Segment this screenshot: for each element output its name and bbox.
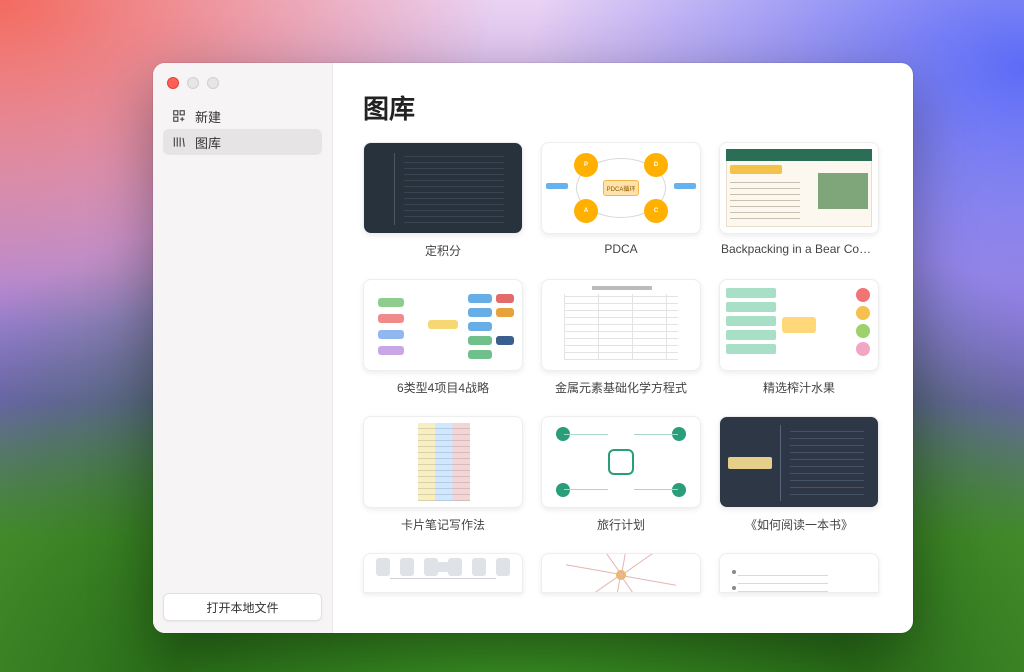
sidebar-item-new[interactable]: 新建 [163,103,322,129]
gallery-card[interactable]: Backpacking in a Bear Country [719,142,879,265]
thumbnail [719,553,879,593]
gallery-card[interactable]: 金属元素基础化学方程式 [541,279,701,402]
gallery-card[interactable]: 定积分 [363,142,523,265]
card-title: 卡片笔记写作法 [363,508,523,539]
thumbnail [541,553,701,593]
gallery-card[interactable]: 《如何阅读一本书》 [719,416,879,539]
card-title: Backpacking in a Bear Country [719,234,879,262]
gallery-card[interactable] [363,553,523,593]
gallery-card[interactable]: PDCA循环 PDCA PDCA [541,142,701,265]
library-icon [171,134,187,150]
gallery-card[interactable]: 精选榨汁水果 [719,279,879,402]
sidebar-item-gallery[interactable]: 图库 [163,129,322,155]
card-title: 精选榨汁水果 [719,371,879,402]
sidebar: 新建 图库 打开本地文件 [153,63,333,633]
gallery-card[interactable]: 旅行计划 [541,416,701,539]
card-title: 《如何阅读一本书》 [719,508,879,539]
gallery-scroll[interactable]: 定积分 PDCA循环 PDCA PDCA Backpacking in [333,132,913,633]
page-title: 图库 [333,63,913,132]
grid-plus-icon [171,108,187,124]
thumbnail [363,279,523,371]
thumbnail [541,416,701,508]
main-content: 图库 定积分 PDCA循环 PDCA PDCA [333,63,913,633]
card-title: 金属元素基础化学方程式 [541,371,701,402]
thumbnail [719,279,879,371]
pdca-center-label: PDCA循环 [603,180,639,196]
open-local-file-button[interactable]: 打开本地文件 [163,593,322,621]
sidebar-item-label: 新建 [195,107,221,126]
sidebar-item-label: 图库 [195,133,221,152]
thumbnail [363,142,523,234]
gallery-card[interactable]: 6类型4项目4战略 [363,279,523,402]
card-title: 定积分 [363,234,523,265]
card-title: 旅行计划 [541,508,701,539]
thumbnail [363,416,523,508]
thumbnail [541,279,701,371]
close-icon[interactable] [167,77,179,89]
zoom-icon[interactable] [207,77,219,89]
gallery-card[interactable]: 卡片笔记写作法 [363,416,523,539]
thumbnail [363,553,523,593]
thumbnail: PDCA循环 PDCA [541,142,701,234]
minimize-icon[interactable] [187,77,199,89]
thumbnail [719,142,879,234]
thumbnail [719,416,879,508]
card-title: 6类型4项目4战略 [363,371,523,402]
app-window: 新建 图库 打开本地文件 图库 定积分 [153,63,913,633]
gallery-grid: 定积分 PDCA循环 PDCA PDCA Backpacking in [363,142,893,593]
gallery-card[interactable] [541,553,701,593]
gallery-card[interactable] [719,553,879,593]
window-controls [163,73,322,103]
card-title: PDCA [541,234,701,262]
